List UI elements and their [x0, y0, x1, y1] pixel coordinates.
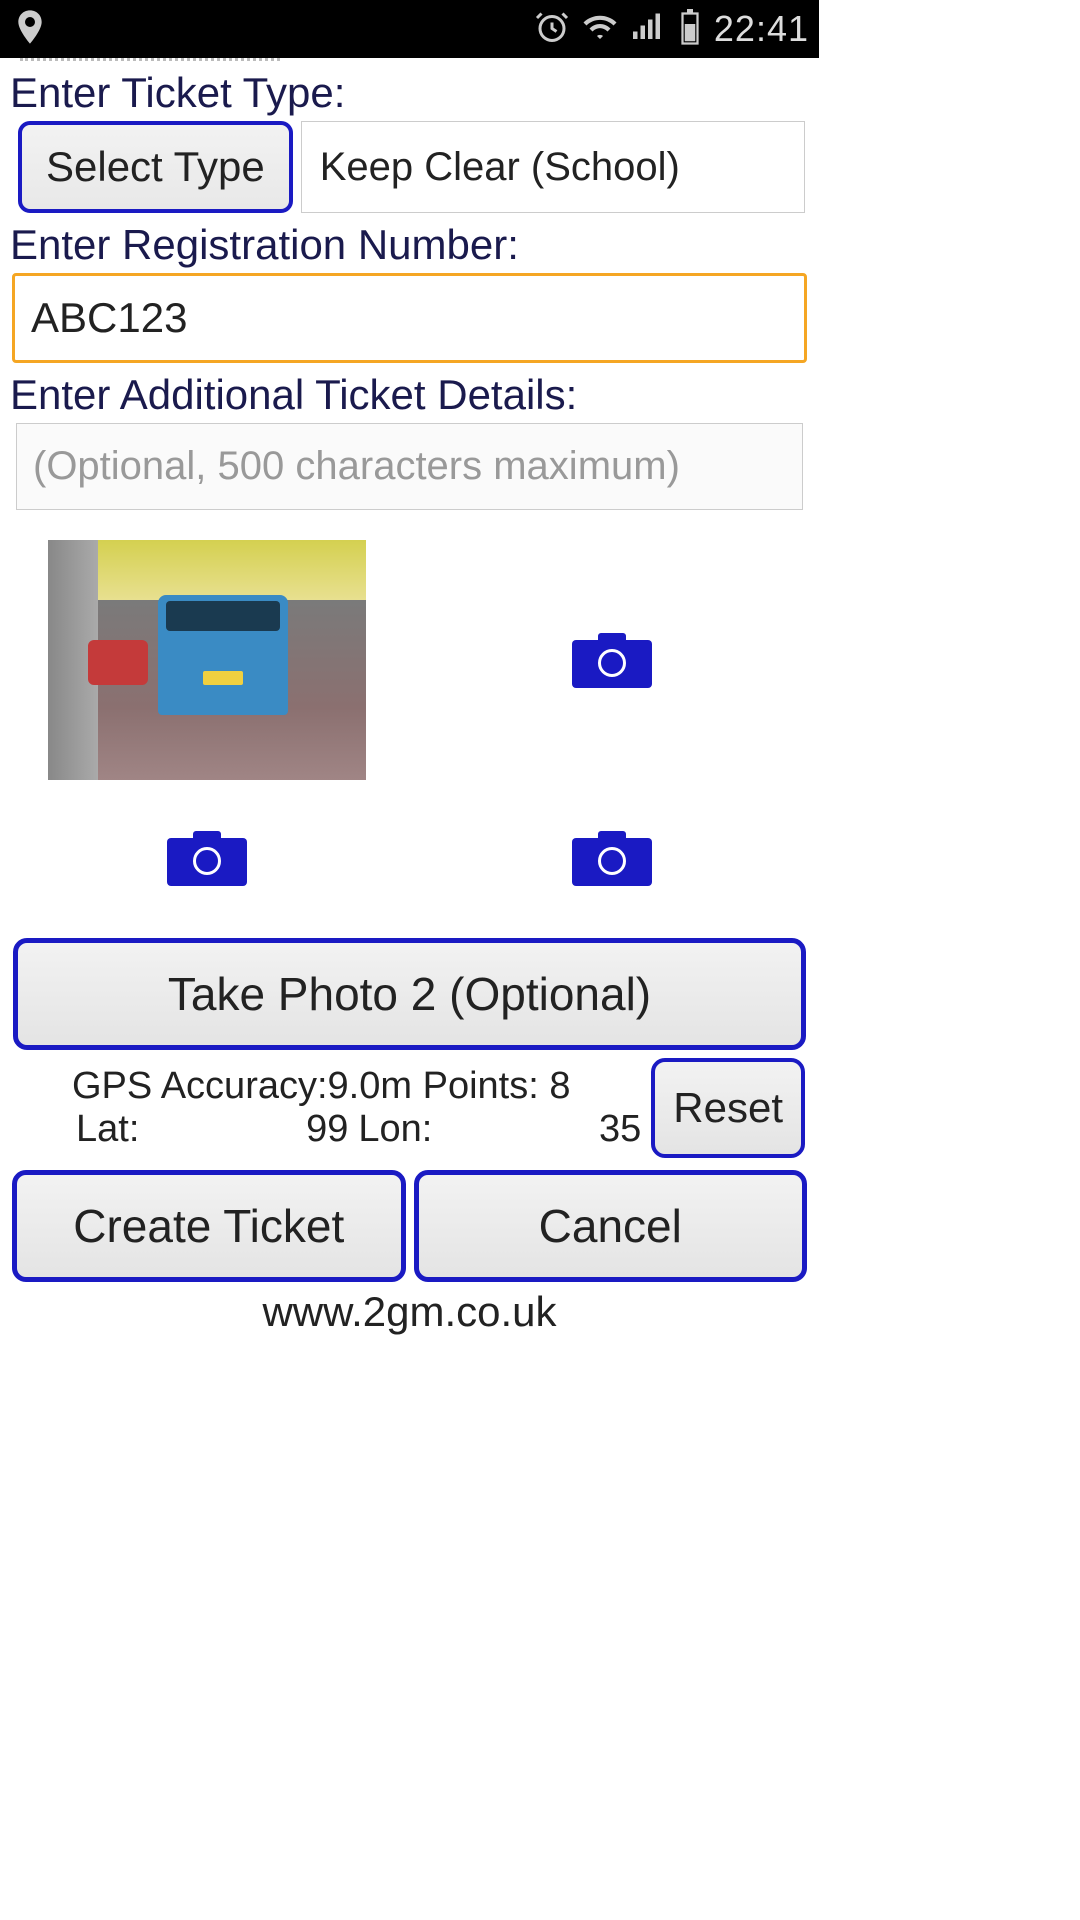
clock-time: 22:41	[714, 8, 809, 50]
gps-info: GPS Accuracy:9.0m Points: 8 Lat: 99 Lon:…	[12, 1065, 651, 1151]
signal-icon	[630, 9, 666, 50]
photo-slot-3[interactable]	[8, 788, 406, 928]
registration-input[interactable]	[12, 273, 807, 363]
footer-url: www.2gm.co.uk	[8, 1288, 811, 1336]
photo-slot-4[interactable]	[414, 788, 812, 928]
create-ticket-button[interactable]: Create Ticket	[12, 1170, 406, 1282]
photo-slot-1[interactable]	[8, 540, 406, 780]
camera-icon	[572, 831, 652, 886]
gps-accuracy-value: 9.0m	[328, 1065, 412, 1107]
wifi-icon	[582, 9, 618, 50]
take-photo-button[interactable]: Take Photo 2 (Optional)	[13, 938, 806, 1050]
cancel-button[interactable]: Cancel	[414, 1170, 808, 1282]
battery-icon	[678, 9, 702, 50]
photo-slot-2[interactable]	[414, 540, 812, 780]
ticket-type-label: Enter Ticket Type:	[10, 69, 811, 117]
reset-button[interactable]: Reset	[651, 1058, 805, 1158]
gps-accuracy-label: GPS Accuracy:	[72, 1065, 328, 1107]
gps-points-value: 8	[549, 1065, 570, 1107]
main-content: Enter Ticket Type: Select Type Keep Clea…	[0, 58, 819, 1336]
selected-type-display: Keep Clear (School)	[301, 121, 805, 213]
gps-lon-value: 35	[599, 1108, 641, 1151]
camera-icon	[572, 633, 652, 688]
details-input[interactable]	[16, 423, 803, 510]
gps-lat-value: 99	[306, 1108, 348, 1151]
photo-thumbnail-1	[48, 540, 366, 780]
gps-points-label: Points:	[423, 1065, 539, 1107]
separator-line	[20, 58, 280, 61]
select-type-button[interactable]: Select Type	[18, 121, 293, 213]
details-label: Enter Additional Ticket Details:	[10, 371, 811, 419]
status-bar: 22:41	[0, 0, 819, 58]
gps-lon-label: Lon:	[358, 1108, 432, 1151]
gps-lat-label: Lat:	[76, 1108, 139, 1151]
location-pin-icon	[10, 7, 50, 52]
camera-icon	[167, 831, 247, 886]
registration-label: Enter Registration Number:	[10, 221, 811, 269]
alarm-icon	[534, 9, 570, 50]
